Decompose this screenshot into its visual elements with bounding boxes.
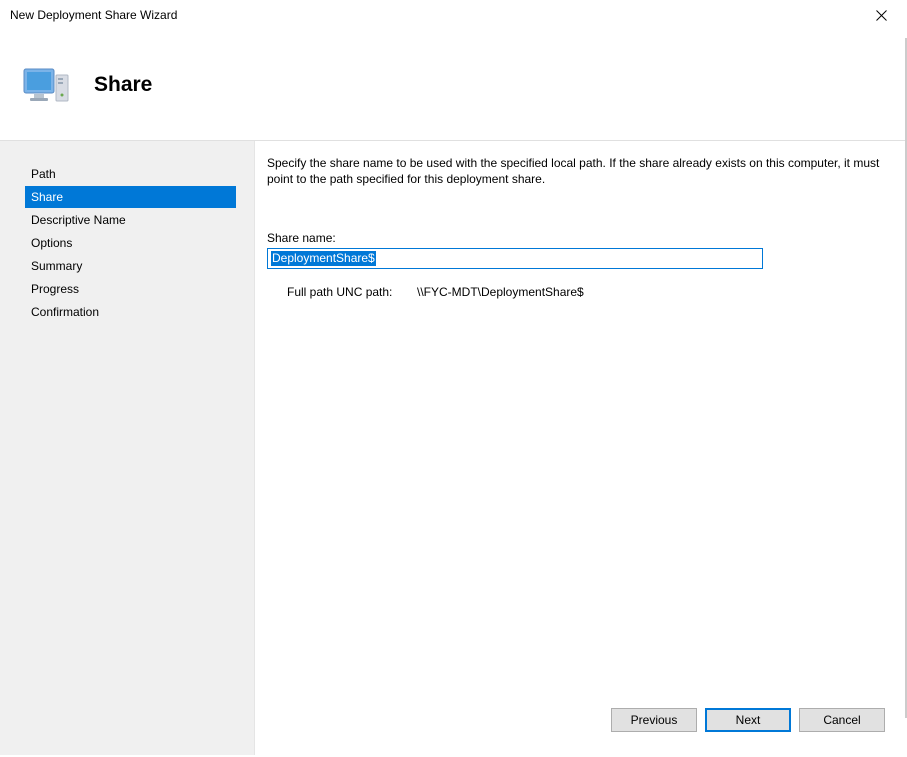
share-name-input[interactable]: DeploymentShare$ (267, 248, 763, 269)
share-name-value: DeploymentShare$ (271, 251, 376, 266)
window-title: New Deployment Share Wizard (10, 8, 177, 22)
sidebar-item-confirmation[interactable]: Confirmation (25, 301, 236, 323)
close-icon (876, 10, 887, 21)
wizard-header: Share (0, 30, 907, 140)
sidebar-item-path[interactable]: Path (25, 163, 236, 185)
unc-path-row: Full path UNC path: \\FYC-MDT\Deployment… (267, 285, 889, 299)
page-title: Share (94, 73, 152, 97)
wizard-content: Specify the share name to be used with t… (255, 141, 907, 685)
cancel-button[interactable]: Cancel (799, 708, 885, 732)
sidebar-item-summary[interactable]: Summary (25, 255, 236, 277)
sidebar-item-progress[interactable]: Progress (25, 278, 236, 300)
sidebar-item-options[interactable]: Options (25, 232, 236, 254)
sidebar-item-descriptive-name[interactable]: Descriptive Name (25, 209, 236, 231)
wizard-steps-sidebar: Path Share Descriptive Name Options Summ… (0, 141, 255, 685)
wizard-footer: Previous Next Cancel (0, 685, 907, 755)
next-button[interactable]: Next (705, 708, 791, 732)
instruction-text: Specify the share name to be used with t… (267, 155, 889, 187)
wizard-body: Path Share Descriptive Name Options Summ… (0, 140, 907, 685)
previous-button[interactable]: Previous (611, 708, 697, 732)
close-button[interactable] (863, 1, 899, 29)
computer-icon (20, 61, 68, 109)
footer-sidebar-spacer (0, 685, 255, 755)
share-name-label: Share name: (267, 231, 889, 245)
footer-buttons: Previous Next Cancel (255, 685, 907, 755)
sidebar-item-share[interactable]: Share (25, 186, 236, 208)
unc-path-value: \\FYC-MDT\DeploymentShare$ (417, 285, 584, 299)
unc-path-label: Full path UNC path: (287, 285, 417, 299)
titlebar: New Deployment Share Wizard (0, 0, 907, 30)
